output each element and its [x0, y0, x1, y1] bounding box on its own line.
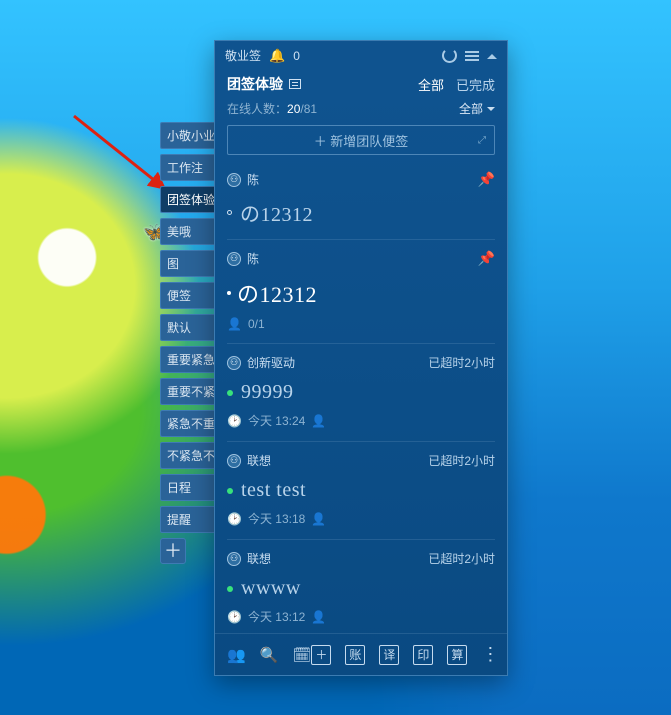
calendar-icon[interactable]: 🗓: [292, 646, 311, 664]
online-total: /81: [300, 102, 317, 116]
notes-list: ⚇陈📌の12312⚇陈📌の12312👤0/1⚇创新驱动已超时2小时99999🕑今…: [215, 161, 507, 633]
board-tabs-sidebar: 小敬小业工作注团签体验美哦图便签默认重要紧急重要不紧急紧急不重要不紧急不重要日程…: [160, 122, 214, 564]
sidebar-tab[interactable]: 默认: [160, 314, 214, 341]
person-icon: 👤: [311, 414, 326, 428]
meta-text: 今天 13:12: [248, 608, 305, 625]
sidebar-tab[interactable]: 团签体验: [160, 186, 214, 213]
sidebar-tab[interactable]: 便签: [160, 282, 214, 309]
new-note-label: ＋ 新增团队便签: [314, 131, 409, 150]
sidebar-tab[interactable]: 重要不紧急: [160, 378, 214, 405]
status-dot-icon: [227, 210, 232, 215]
status-text: 已超时2小时: [428, 550, 495, 567]
add-tab-button[interactable]: ＋: [160, 538, 186, 564]
author-name: 陈: [247, 171, 259, 188]
bullet-icon: [227, 291, 231, 295]
note-item[interactable]: ⚇ 联想 已超时2小时 test test 🕑 今天 13:18 👤: [227, 442, 495, 540]
tab-done[interactable]: 已完成: [456, 75, 495, 94]
board-title: 团签体验: [227, 74, 283, 94]
online-current: 20: [287, 102, 300, 116]
status-dot-icon: [227, 390, 233, 396]
app-panel: 敬业签 🔔 0 团签体验 全部 已完成 在线人数：20/81 全部 ＋ 新增团队…: [214, 40, 508, 676]
note-item[interactable]: ⚇ 创新驱动 已超时2小时 99999 🕑 今天 13:24 👤: [227, 344, 495, 442]
bell-icon[interactable]: 🔔: [269, 48, 285, 64]
account-button[interactable]: 账: [345, 645, 365, 665]
clock-icon: 🕑: [227, 512, 242, 526]
sidebar-tab[interactable]: 重要紧急: [160, 346, 214, 373]
avatar: ⚇: [227, 356, 241, 370]
filter-label: 全部: [459, 100, 483, 117]
notification-count: 0: [293, 49, 300, 63]
note-text: test test: [241, 479, 306, 502]
online-label: 在线人数：: [227, 102, 287, 116]
note-text: wwww: [241, 577, 301, 600]
board-subheader: 在线人数：20/81 全部: [215, 98, 507, 125]
sidebar-tab[interactable]: 小敬小业: [160, 122, 214, 149]
meta-text: 0/1: [248, 317, 265, 331]
status-dot-icon: [227, 488, 233, 494]
tab-all[interactable]: 全部: [418, 75, 444, 94]
calc-button[interactable]: 算: [447, 645, 467, 665]
chevron-down-icon: [487, 107, 495, 115]
pin-icon[interactable]: 📌: [478, 171, 495, 188]
sidebar-tab[interactable]: 日程: [160, 474, 214, 501]
author-name: 联想: [247, 452, 271, 469]
pin-icon[interactable]: 📌: [478, 250, 495, 267]
sidebar-tab[interactable]: 图: [160, 250, 214, 277]
search-icon[interactable]: 🔍: [260, 646, 279, 664]
note-text: の12312: [240, 198, 313, 227]
sidebar-tab[interactable]: 美哦: [160, 218, 214, 245]
sidebar-tab[interactable]: 工作注: [160, 154, 214, 181]
avatar: ⚇: [227, 173, 241, 187]
sidebar-tab[interactable]: 不紧急不重要: [160, 442, 214, 469]
clock-icon: 🕑: [227, 610, 242, 624]
status-dot-icon: [227, 586, 233, 592]
person-icon: 👤: [311, 610, 326, 624]
meta-text: 今天 13:18: [248, 510, 305, 527]
status-text: 已超时2小时: [428, 354, 495, 371]
translate-button[interactable]: 译: [379, 645, 399, 665]
stamp-button[interactable]: 印: [413, 645, 433, 665]
sidebar-tab[interactable]: 紧急不重要: [160, 410, 214, 437]
team-icon[interactable]: 👥: [227, 646, 246, 664]
list-icon[interactable]: [289, 79, 301, 89]
author-name: 联想: [247, 550, 271, 567]
note-text: 99999: [241, 381, 294, 404]
note-text: の12312: [237, 277, 317, 309]
note-item[interactable]: ⚇ 陈 📌 の12312 👤 0/1: [227, 240, 495, 344]
collapse-icon[interactable]: [487, 49, 497, 59]
titlebar: 敬业签 🔔 0: [215, 41, 507, 70]
app-name: 敬业签: [225, 47, 261, 64]
sync-icon[interactable]: [442, 48, 457, 63]
filter-dropdown[interactable]: 全部: [459, 100, 495, 117]
menu-icon[interactable]: [465, 51, 479, 61]
status-text: 已超时2小时: [428, 452, 495, 469]
board-header: 团签体验 全部 已完成: [215, 70, 507, 98]
footer-bar: 👥 🔍 🗓 ＋ 账 译 印 算 ⋮: [215, 633, 507, 675]
author-name: 陈: [247, 250, 259, 267]
note-item[interactable]: ⚇ 联想 已超时2小时 wwww 🕑 今天 13:12 👤: [227, 540, 495, 633]
person-icon: 👤: [311, 512, 326, 526]
clock-icon: 🕑: [227, 414, 242, 428]
person-icon: 👤: [227, 317, 242, 331]
note-item[interactable]: ⚇ 陈 📌 の12312: [227, 161, 495, 240]
more-icon[interactable]: ⋮: [481, 644, 500, 665]
new-note-button[interactable]: ＋ 新增团队便签 ⤢: [227, 125, 495, 155]
expand-icon: ⤢: [478, 135, 486, 146]
meta-text: 今天 13:24: [248, 412, 305, 429]
author-name: 创新驱动: [247, 354, 295, 371]
add-button[interactable]: ＋: [311, 645, 331, 665]
avatar: ⚇: [227, 552, 241, 566]
avatar: ⚇: [227, 454, 241, 468]
avatar: ⚇: [227, 252, 241, 266]
sidebar-tab[interactable]: 提醒: [160, 506, 214, 533]
